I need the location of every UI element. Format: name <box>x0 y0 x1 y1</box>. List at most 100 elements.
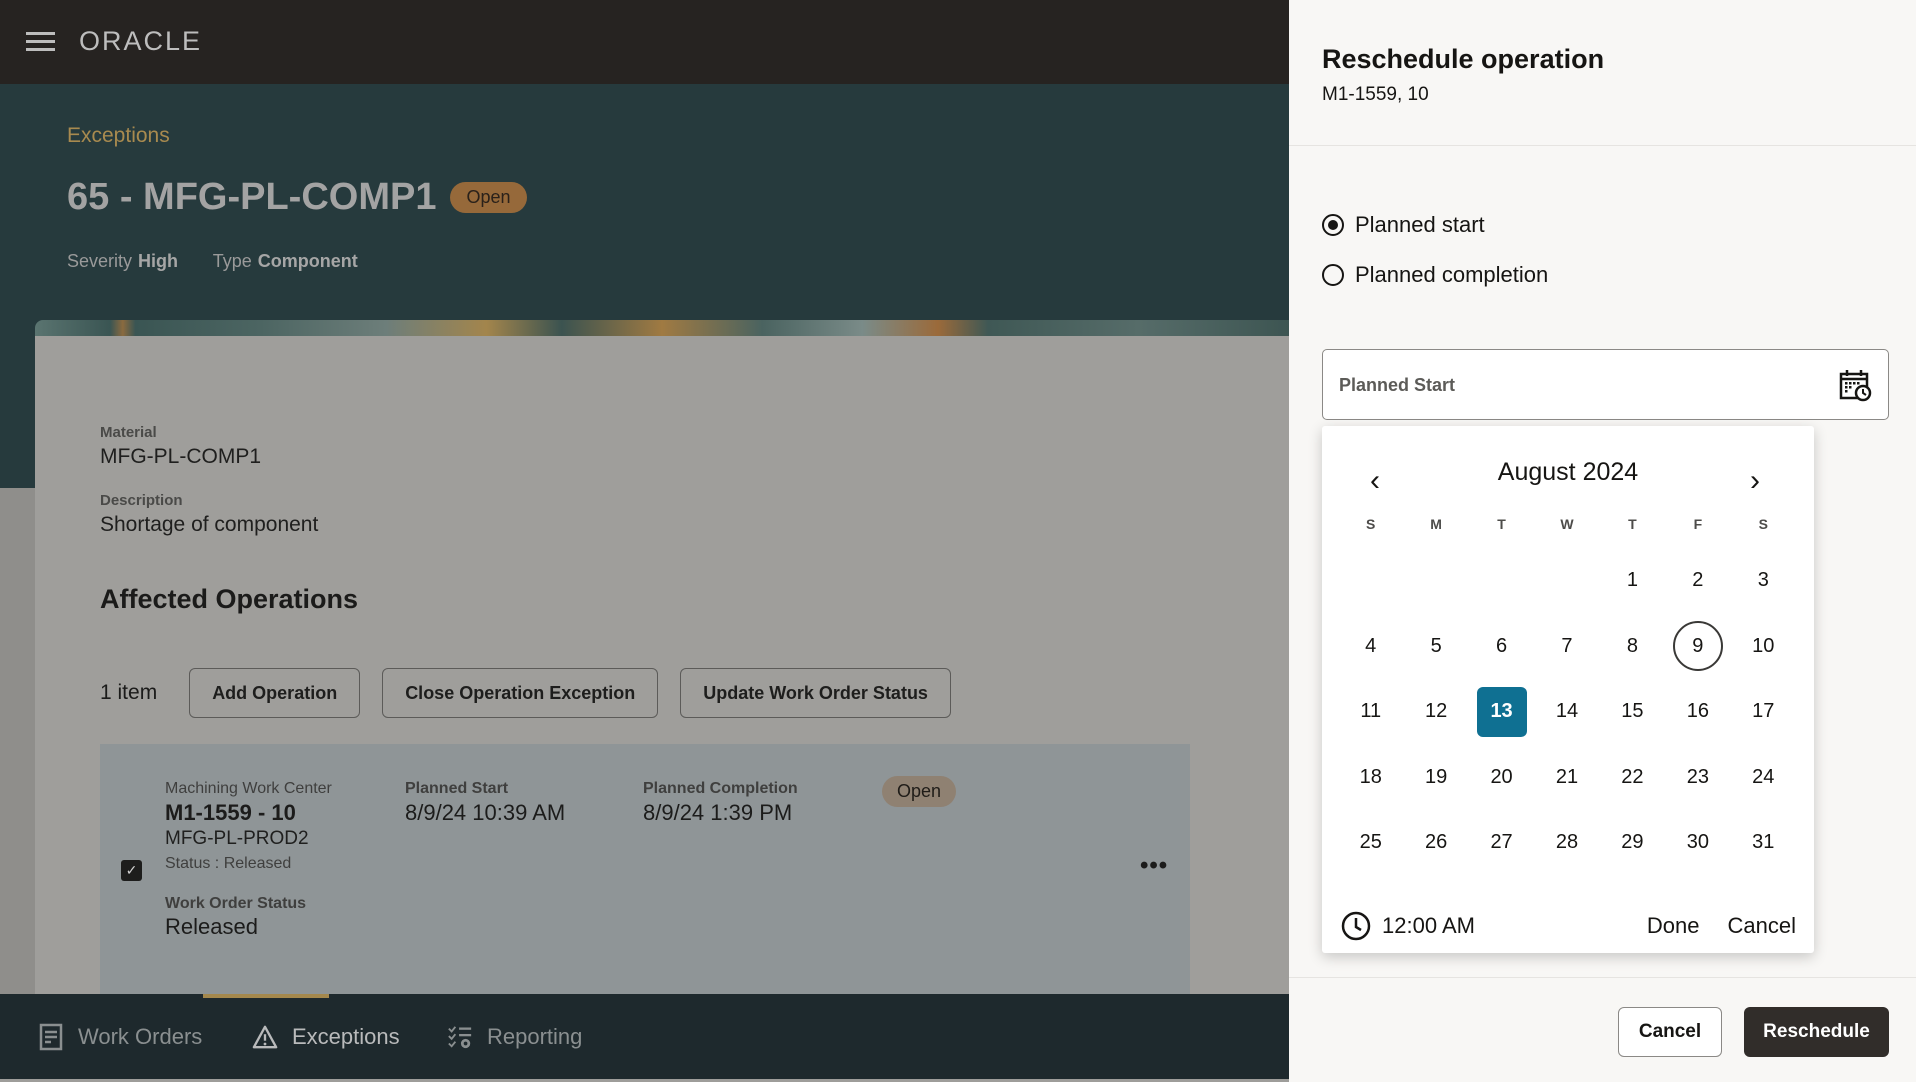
weekday-header: SMTWTFS <box>1338 516 1796 546</box>
calendar-day[interactable]: 1 <box>1600 548 1665 614</box>
radio-planned-start[interactable]: Planned start <box>1322 212 1485 238</box>
date-picker-cancel-button[interactable]: Cancel <box>1728 913 1796 939</box>
nav-label: Reporting <box>487 1023 583 1049</box>
calendar-day[interactable]: 7 <box>1534 614 1599 680</box>
row-checkbox[interactable]: ✓ <box>121 860 142 881</box>
calendar-day-selected[interactable]: 13 <box>1469 679 1534 745</box>
operation-list-item[interactable]: ✓ Machining Work Center M1-1559 - 10 MFG… <box>100 744 1190 994</box>
date-picker-footer: 12:00 AM Done Cancel <box>1340 906 1796 946</box>
calendar-day[interactable]: 14 <box>1534 679 1599 745</box>
calendar-blank <box>1403 548 1468 614</box>
day-number: 24 <box>1752 765 1775 788</box>
day-number: 7 <box>1561 634 1573 657</box>
weekday-label: T <box>1497 516 1506 532</box>
description-value: Shortage of component <box>100 513 319 536</box>
planned-completion-label: Planned Completion <box>643 780 798 797</box>
calendar-day[interactable]: 22 <box>1600 745 1665 811</box>
calendar-day[interactable]: 10 <box>1731 614 1796 680</box>
day-number: 29 <box>1621 831 1644 854</box>
type-value: Component <box>257 251 358 271</box>
planned-start-value: 8/9/24 10:39 AM <box>405 800 566 825</box>
calendar-day[interactable]: 12 <box>1403 679 1468 745</box>
radio-label: Planned completion <box>1355 262 1549 287</box>
day-number: 16 <box>1686 700 1709 723</box>
nav-exceptions[interactable]: Exceptions <box>252 994 400 1079</box>
nav-label: Work Orders <box>78 1023 203 1049</box>
hamburger-menu-icon[interactable] <box>26 32 55 52</box>
title-row: 65 - MFG-PL-COMP1 Open <box>67 176 527 219</box>
operation-status-badge: Open <box>882 776 957 807</box>
day-number: 26 <box>1425 831 1448 854</box>
clock-icon <box>1341 911 1371 941</box>
calendar-clock-icon[interactable] <box>1838 368 1872 402</box>
section-title: Affected Operations <box>100 584 359 614</box>
day-number: 21 <box>1555 765 1579 788</box>
add-operation-button[interactable]: Add Operation <box>189 668 361 718</box>
calendar-day[interactable]: 29 <box>1600 810 1665 876</box>
screen: ORACLE Exceptions 65 - MFG-PL-COMP1 Open… <box>0 0 1916 1082</box>
calendar-day[interactable]: 24 <box>1731 745 1796 811</box>
radio-selected-icon[interactable] <box>1322 214 1344 236</box>
day-number: 17 <box>1752 700 1775 723</box>
update-work-order-status-button[interactable]: Update Work Order Status <box>680 668 951 718</box>
calendar-day[interactable]: 3 <box>1731 548 1796 614</box>
calendar-day-today[interactable]: 9 <box>1665 614 1730 680</box>
day-number: 12 <box>1425 700 1448 723</box>
date-picker-done-button[interactable]: Done <box>1647 913 1700 939</box>
calendar-day[interactable]: 6 <box>1469 614 1534 680</box>
calendar-day[interactable]: 18 <box>1338 745 1403 811</box>
planned-start-input[interactable]: Planned Start <box>1322 349 1889 420</box>
breadcrumb-exceptions[interactable]: Exceptions <box>67 124 170 148</box>
item-count: 1 item <box>100 681 158 704</box>
time-value: 12:00 AM <box>1382 913 1475 938</box>
day-number: 27 <box>1490 831 1513 854</box>
cancel-button[interactable]: Cancel <box>1618 1007 1722 1057</box>
reschedule-drawer: Reschedule operation M1-1559, 10 Planned… <box>1289 0 1916 1082</box>
calendar-day[interactable]: 21 <box>1534 745 1599 811</box>
day-number: 25 <box>1359 831 1382 854</box>
calendar-day[interactable]: 31 <box>1731 810 1796 876</box>
operation-item: MFG-PL-PROD2 <box>165 828 309 849</box>
calendar-day[interactable]: 27 <box>1469 810 1534 876</box>
calendar-day[interactable]: 11 <box>1338 679 1403 745</box>
next-month-chevron-right-icon[interactable]: › <box>1740 464 1770 498</box>
calendar-day[interactable]: 4 <box>1338 614 1403 680</box>
time-selector[interactable]: 12:00 AM <box>1340 910 1475 942</box>
calendar-day[interactable]: 8 <box>1600 614 1665 680</box>
calendar-day[interactable]: 16 <box>1665 679 1730 745</box>
close-operation-exception-button[interactable]: Close Operation Exception <box>382 668 659 718</box>
calendar-day[interactable]: 28 <box>1534 810 1599 876</box>
type-label: Type <box>212 251 252 271</box>
calendar-day[interactable]: 20 <box>1469 745 1534 811</box>
calendar-day[interactable]: 26 <box>1403 810 1468 876</box>
oracle-logo: ORACLE <box>79 26 203 56</box>
reschedule-button[interactable]: Reschedule <box>1744 1007 1889 1057</box>
day-number: 1 <box>1626 569 1638 592</box>
day-number: 10 <box>1752 634 1775 657</box>
background-texture <box>0 488 35 994</box>
calendar-day[interactable]: 5 <box>1403 614 1468 680</box>
calendar-day[interactable]: 23 <box>1665 745 1730 811</box>
drawer-title: Reschedule operation <box>1322 44 1605 74</box>
work-order-status-label: Work Order Status <box>165 895 307 912</box>
calendar-day[interactable]: 25 <box>1338 810 1403 876</box>
day-number: 19 <box>1425 765 1448 788</box>
nav-work-orders[interactable]: Work Orders <box>38 994 202 1079</box>
calendar-day[interactable]: 15 <box>1600 679 1665 745</box>
calendar-day[interactable]: 17 <box>1731 679 1796 745</box>
day-number: 5 <box>1430 634 1442 657</box>
operations-toolbar: 1 item Add Operation Close Operation Exc… <box>100 668 973 718</box>
calendar-day[interactable]: 2 <box>1665 548 1730 614</box>
nav-reporting[interactable]: Reporting <box>447 994 582 1079</box>
top-bar: ORACLE <box>0 0 1289 84</box>
exception-detail-card: Material MFG-PL-COMP1 Description Shorta… <box>35 336 1289 994</box>
severity-label: Severity <box>67 251 133 271</box>
radio-planned-completion[interactable]: Planned completion <box>1322 262 1548 288</box>
radio-label: Planned start <box>1355 212 1485 237</box>
planned-start-label: Planned Start <box>405 780 509 797</box>
calendar-day[interactable]: 30 <box>1665 810 1730 876</box>
radio-unselected-icon[interactable] <box>1322 264 1344 286</box>
ellipsis-icon[interactable]: ••• <box>1140 852 1168 880</box>
day-number: 18 <box>1359 765 1382 788</box>
calendar-day[interactable]: 19 <box>1403 745 1468 811</box>
